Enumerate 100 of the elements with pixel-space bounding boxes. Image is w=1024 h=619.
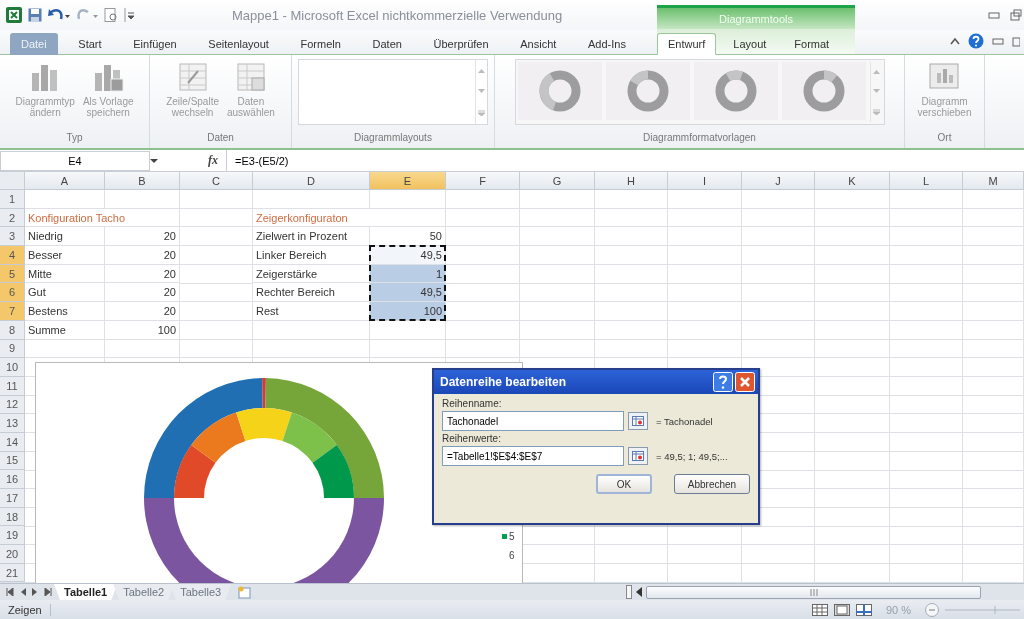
column-header[interactable]: C	[180, 172, 253, 190]
zoom-slider-icon[interactable]	[945, 604, 1020, 615]
ribbon-tab[interactable]: Format	[783, 33, 841, 55]
row-header[interactable]: 13	[0, 414, 25, 433]
row-header[interactable]: 1	[0, 190, 25, 209]
donut-segment[interactable]	[236, 408, 292, 441]
column-header[interactable]: F	[446, 172, 520, 190]
column-header[interactable]: D	[253, 172, 370, 190]
donut-segment[interactable]	[174, 445, 216, 498]
style-gallery[interactable]	[514, 59, 885, 125]
column-header[interactable]: G	[520, 172, 595, 190]
minimize-icon[interactable]	[988, 10, 1000, 20]
row-header[interactable]: 4	[0, 246, 25, 265]
value-preview: = Tachonadel	[656, 415, 713, 427]
ribbon-tab[interactable]: Layout	[722, 33, 778, 55]
ribbon-tab[interactable]: Formeln	[289, 33, 352, 55]
ribbon-tab[interactable]: Add-Ins	[577, 33, 637, 55]
excel-logo-icon[interactable]	[6, 7, 22, 23]
group-label: Daten	[207, 132, 234, 143]
formula-field[interactable]: =E3-(E5/2)	[226, 150, 1024, 171]
name-box[interactable]: E4	[0, 150, 150, 171]
column-header[interactable]: E	[370, 172, 446, 190]
close-icon[interactable]	[735, 372, 755, 392]
chart-style-thumbnail[interactable]	[517, 62, 602, 120]
row-header[interactable]: 17	[0, 489, 25, 508]
sheet-tab[interactable]: Tabelle3	[170, 584, 232, 600]
normal-view-icon[interactable]	[811, 603, 828, 616]
column-header[interactable]: A	[25, 172, 105, 190]
dialog-button[interactable]: OK	[596, 474, 652, 494]
scroll-left-icon[interactable]	[635, 587, 643, 597]
range-select-button[interactable]	[628, 447, 648, 465]
previous-sheet-icon[interactable]	[20, 588, 26, 596]
new-sheet-icon[interactable]	[237, 585, 254, 599]
chart-style-thumbnail[interactable]	[781, 62, 866, 120]
group-label: Diagrammlayouts	[354, 132, 432, 143]
column-header[interactable]: L	[890, 172, 963, 190]
ribbon-tab[interactable]: Einfügen	[122, 33, 188, 55]
column-header[interactable]: I	[668, 172, 742, 190]
help-icon[interactable]	[713, 372, 733, 392]
gallery-more-icon[interactable]	[478, 110, 485, 116]
grip-icon	[809, 588, 818, 596]
print-preview-icon[interactable]	[104, 8, 118, 22]
page-break-icon[interactable]	[855, 603, 872, 616]
table-cell: 100	[370, 302, 446, 321]
scroll-down-icon[interactable]	[478, 89, 485, 94]
field-label: Reihenwerte:	[442, 433, 502, 444]
help-icon[interactable]	[968, 32, 984, 49]
page-layout-icon[interactable]	[833, 603, 850, 616]
ribbon-tab[interactable]: Start	[67, 33, 113, 55]
row-header[interactable]: 7	[0, 302, 25, 321]
column-header[interactable]: K	[815, 172, 890, 190]
row-header[interactable]: 20	[0, 545, 25, 564]
chart-style-thumbnail[interactable]	[693, 62, 778, 120]
ribbon-tab[interactable]: Entwurf	[657, 33, 717, 55]
ribbon-tab[interactable]: Seitenlayout	[197, 33, 280, 55]
scroll-up-icon[interactable]	[478, 68, 485, 73]
customize-toolbar-icon[interactable]	[124, 8, 134, 22]
column-header[interactable]: H	[595, 172, 668, 190]
restore-icon[interactable]	[1012, 34, 1020, 47]
input-field[interactable]: Tachonadel	[442, 411, 624, 431]
range-icon	[632, 416, 644, 426]
legend-label: 6	[509, 550, 515, 561]
undo-icon[interactable]	[48, 8, 70, 22]
ribbon-tab[interactable]: Ansicht	[509, 33, 568, 55]
donut-segment[interactable]	[265, 378, 384, 498]
table-cell: 49,5	[370, 283, 446, 303]
column-header[interactable]: J	[742, 172, 815, 190]
ribbon-tab[interactable]: Daten	[361, 33, 413, 55]
donut-segment[interactable]	[312, 445, 354, 498]
sheet-tab[interactable]: Tabelle1	[54, 584, 118, 600]
scroll-thumb[interactable]	[646, 585, 981, 599]
split-handle-icon[interactable]	[626, 585, 632, 599]
zoom-out-icon[interactable]	[925, 602, 939, 617]
dialog-button[interactable]: Abbrechen	[674, 474, 750, 494]
range-icon	[632, 451, 644, 461]
first-sheet-icon[interactable]	[6, 588, 14, 596]
range-select-button[interactable]	[628, 412, 648, 430]
donut-segment[interactable]	[191, 412, 246, 463]
save-icon[interactable]	[28, 8, 42, 22]
row-header[interactable]: 3	[0, 227, 25, 247]
donut-segment[interactable]	[282, 412, 337, 463]
column-header[interactable]: M	[963, 172, 1024, 190]
row-header[interactable]: 6	[0, 283, 25, 303]
chart-style-thumbnail[interactable]	[605, 62, 690, 120]
input-field[interactable]: =Tabelle1!$E$4:$E$7	[442, 446, 624, 466]
row-header[interactable]: 16	[0, 470, 25, 489]
redo-icon[interactable]	[76, 8, 98, 22]
collapse-ribbon-icon[interactable]	[950, 36, 960, 45]
restore-icon[interactable]	[1010, 9, 1022, 21]
ribbon-tab[interactable]: Überprüfen	[422, 33, 500, 55]
column-header[interactable]: B	[105, 172, 180, 190]
last-sheet-icon[interactable]	[44, 588, 52, 596]
dropdown-caret-icon[interactable]	[150, 157, 158, 164]
next-sheet-icon[interactable]	[32, 588, 38, 596]
row-header[interactable]: 19	[0, 526, 25, 546]
insert-function-button[interactable]: fx	[208, 153, 218, 168]
table-cell: 49,5	[370, 246, 446, 265]
row-header[interactable]: 10	[0, 358, 25, 377]
donut-segment[interactable]	[144, 378, 263, 498]
minimize-icon[interactable]	[992, 35, 1004, 46]
